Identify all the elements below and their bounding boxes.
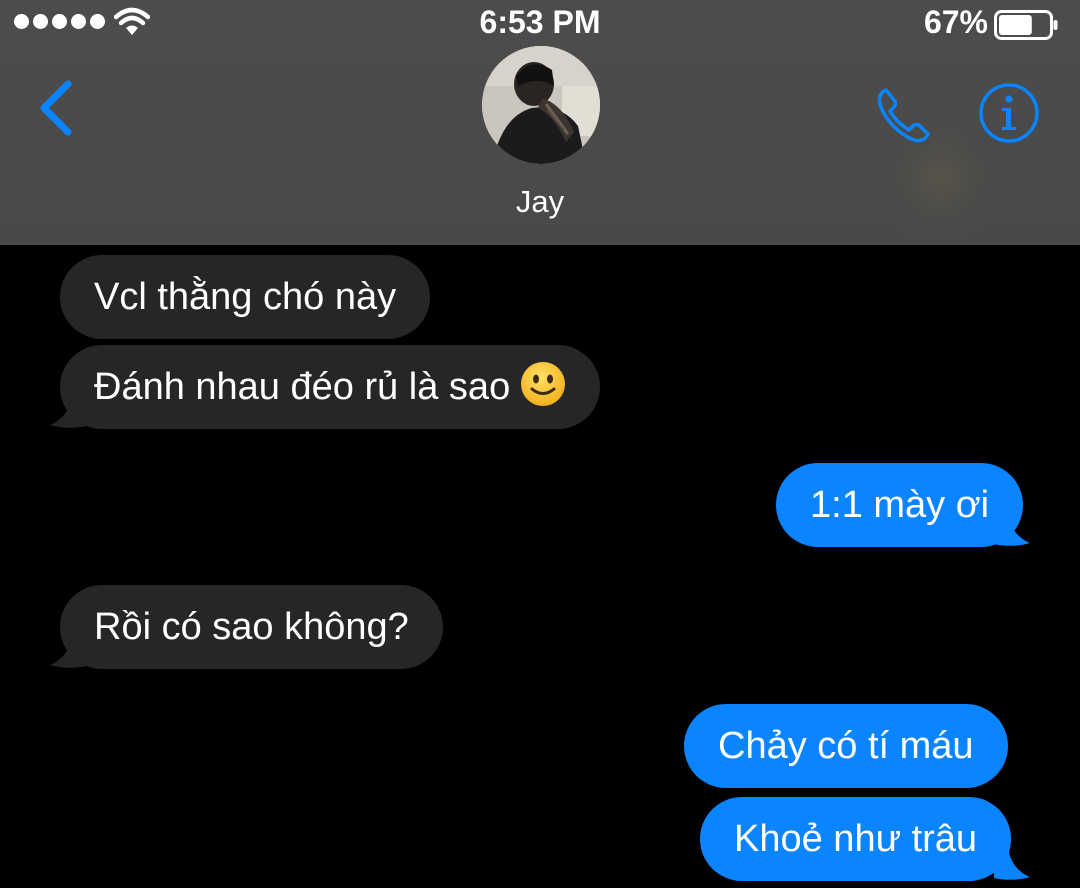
bubble-tail: [994, 514, 1030, 546]
contact-avatar[interactable]: [482, 46, 600, 164]
info-button[interactable]: [978, 82, 1040, 144]
sent-message-bubble[interactable]: Chảy có tí máu: [684, 704, 1008, 788]
message-text: Khoẻ như trâu: [734, 818, 978, 860]
status-bar: 6:53 PM 67%: [0, 0, 1080, 50]
received-message-bubble[interactable]: Vcl thằng chó này: [60, 255, 431, 339]
battery-percentage: 67%: [923, 4, 988, 40]
slightly-smiling-face-emoji: [521, 362, 566, 406]
received-message-bubble[interactable]: Đánh nhau đéo rủ là sao: [60, 345, 601, 429]
conversation-header: 6:53 PM 67% Jay: [0, 0, 1080, 245]
message-text: Đánh nhau đéo rủ là sao: [94, 366, 511, 408]
contact-name[interactable]: Jay: [0, 184, 1080, 220]
chevron-left-icon: [40, 80, 72, 136]
sent-message-bubble[interactable]: 1:1 mày ơi: [776, 463, 1024, 547]
messages-screen: 6:53 PM 67% Jay Vcl thằng chó này Đánh n…: [0, 0, 1080, 888]
bubble-tail: [50, 396, 86, 428]
message-text: 1:1 mày ơi: [810, 484, 990, 526]
call-button[interactable]: [872, 82, 938, 148]
message-text: Rồi có sao không?: [94, 606, 409, 648]
bubble-tail: [50, 636, 86, 668]
info-icon: [1005, 95, 1013, 103]
avatar-photo: [482, 46, 600, 164]
received-message-bubble[interactable]: Rồi có sao không?: [60, 585, 443, 669]
status-time: 6:53 PM: [479, 4, 601, 40]
back-button[interactable]: [30, 76, 82, 140]
bubble-tail: [994, 848, 1030, 880]
message-text: Vcl thằng chó này: [94, 276, 397, 318]
phone-icon: [877, 88, 930, 143]
battery-icon: [994, 10, 1058, 40]
sent-message-bubble[interactable]: Khoẻ như trâu: [700, 797, 1012, 881]
message-text: Chảy có tí máu: [718, 725, 974, 767]
